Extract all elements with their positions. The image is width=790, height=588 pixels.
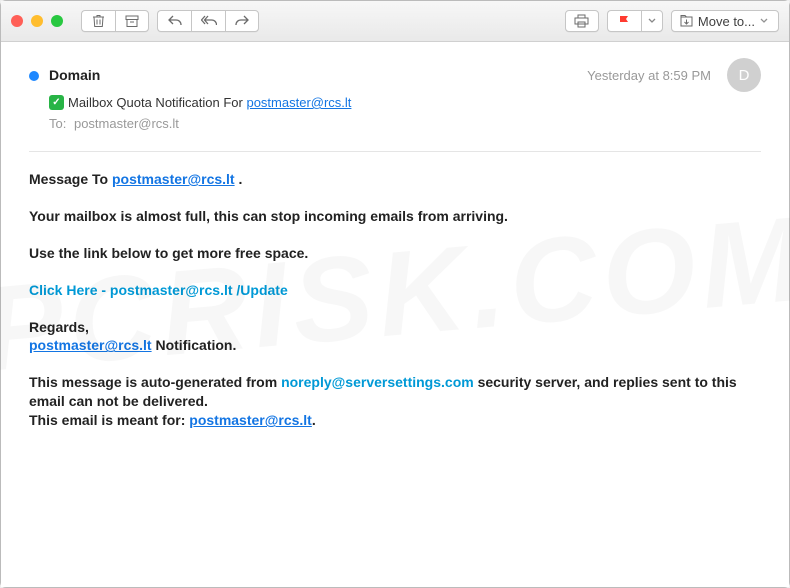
sender-name[interactable]: Domain (49, 67, 100, 83)
forward-icon (235, 15, 249, 27)
body-email-link[interactable]: postmaster@rcs.lt (112, 171, 235, 187)
body-text: Use the link below to get more free spac… (29, 244, 761, 263)
phishing-link[interactable]: Click Here - postmaster@rcs.lt /Update (29, 282, 288, 298)
trash-icon (92, 14, 105, 28)
noreply-link[interactable]: noreply@serversettings.com (281, 374, 474, 390)
message-header: Domain Yesterday at 8:59 PM D ✓ Mailbox … (1, 42, 789, 141)
unread-dot-icon (29, 71, 39, 81)
avatar[interactable]: D (727, 58, 761, 92)
body-text: Message To (29, 171, 112, 187)
move-to-label: Move to... (698, 14, 755, 29)
body-text: . (312, 412, 316, 428)
flag-icon (618, 15, 630, 28)
close-icon[interactable] (11, 15, 23, 27)
print-icon (574, 14, 589, 28)
body-text: Your mailbox is almost full, this can st… (29, 207, 761, 226)
archive-button[interactable] (115, 10, 149, 32)
checkmark-icon: ✓ (49, 95, 64, 110)
forward-button[interactable] (225, 10, 259, 32)
flag-menu-button[interactable] (641, 10, 663, 32)
chevron-down-icon (648, 18, 656, 24)
archive-icon (125, 15, 139, 28)
message-body: Message To postmaster@rcs.lt . Your mail… (1, 152, 789, 448)
reply-group (157, 10, 259, 32)
minimize-icon[interactable] (31, 15, 43, 27)
titlebar: Move to... (1, 1, 789, 42)
subject-text: Mailbox Quota Notification For (68, 95, 246, 110)
subject-email-link[interactable]: postmaster@rcs.lt (246, 95, 351, 110)
recipient-line: To: postmaster@rcs.lt (29, 116, 761, 131)
mail-window: Move to... Domain Yesterday at 8:59 PM D… (0, 0, 790, 588)
print-button[interactable] (565, 10, 599, 32)
flag-group (607, 10, 663, 32)
timestamp: Yesterday at 8:59 PM (587, 68, 711, 83)
signature-email-link[interactable]: postmaster@rcs.lt (29, 337, 152, 353)
maximize-icon[interactable] (51, 15, 63, 27)
body-text: This message is auto-generated from (29, 374, 281, 390)
body-text: Notification. (152, 337, 237, 353)
chevron-down-icon (760, 18, 768, 24)
reply-icon (168, 15, 182, 27)
flag-button[interactable] (607, 10, 641, 32)
reply-all-button[interactable] (191, 10, 225, 32)
move-to-button[interactable]: Move to... (671, 10, 779, 32)
traffic-lights (11, 15, 63, 27)
trash-button[interactable] (81, 10, 115, 32)
move-icon (680, 15, 693, 27)
footer-email-link[interactable]: postmaster@rcs.lt (189, 412, 312, 428)
reply-button[interactable] (157, 10, 191, 32)
reply-all-icon (201, 15, 217, 27)
trash-archive-group (81, 10, 149, 32)
to-value[interactable]: postmaster@rcs.lt (74, 116, 179, 131)
body-text: This email is meant for: (29, 412, 189, 428)
message-content: Domain Yesterday at 8:59 PM D ✓ Mailbox … (1, 42, 789, 587)
to-label: To: (49, 116, 66, 131)
body-text: . (235, 171, 243, 187)
subject-line: ✓ Mailbox Quota Notification For postmas… (29, 95, 761, 110)
body-text: Regards, (29, 319, 89, 335)
